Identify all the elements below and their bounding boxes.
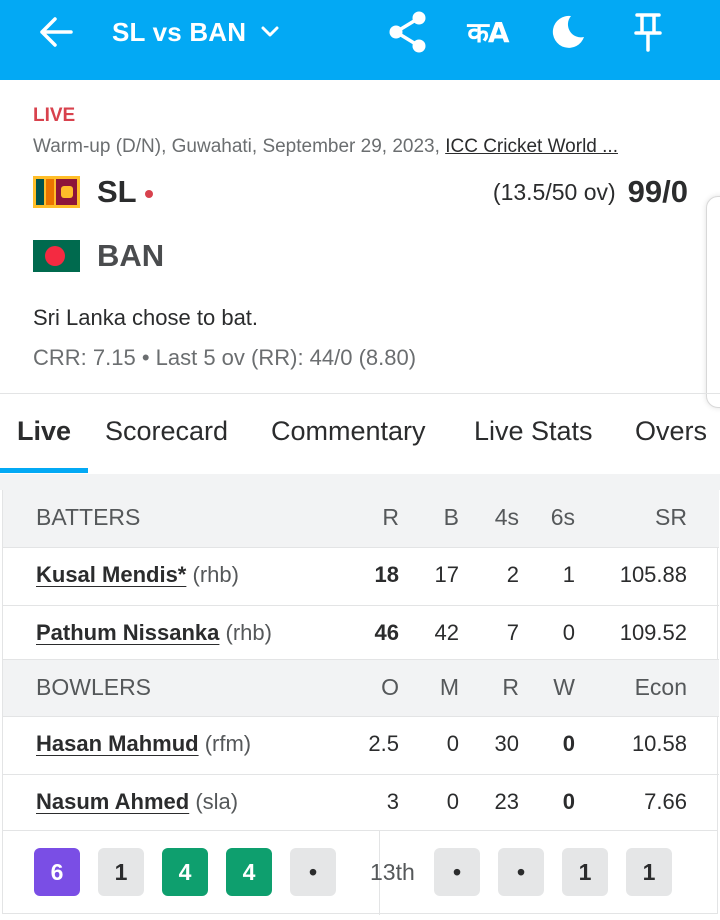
- column-header: Econ: [634, 674, 687, 700]
- active-tab-indicator: [0, 468, 88, 473]
- bangladesh-flag-icon: [33, 240, 80, 272]
- ball-chip: 4: [226, 848, 272, 896]
- column-header: O: [381, 674, 399, 700]
- sixes: 0: [562, 620, 575, 645]
- ball-chip: 6: [34, 848, 80, 896]
- batting-indicator-icon: [144, 190, 153, 198]
- match-switcher[interactable]: SL vs BAN: [112, 10, 280, 54]
- player-name[interactable]: Kusal Mendis*: [36, 562, 186, 587]
- ball-chip: 1: [562, 848, 608, 896]
- tab-overs[interactable]: Overs: [635, 416, 707, 447]
- moon-icon[interactable]: [548, 10, 588, 54]
- sixes: 1: [562, 562, 575, 587]
- strike-rate: 105.88: [619, 562, 687, 587]
- player-style: (sla): [195, 789, 239, 814]
- series-link[interactable]: ICC Cricket World ...: [445, 136, 618, 157]
- team-name: BAN: [97, 238, 165, 273]
- player-name[interactable]: Hasan Mahmud: [36, 731, 199, 756]
- match-details: Warm-up (D/N), Guwahati, September 29, 2…: [33, 136, 446, 157]
- bowlers-header: BOWLERS O M R W Econ: [3, 659, 719, 717]
- tab-live-stats[interactable]: Live Stats: [474, 416, 593, 447]
- batters-header: BATTERS R B 4s 6s SR: [3, 490, 719, 548]
- match-status: Sri Lanka chose to bat.: [33, 305, 259, 330]
- economy: 10.58: [631, 731, 687, 756]
- balls: 42: [434, 620, 459, 645]
- player-name[interactable]: Pathum Nissanka: [36, 620, 219, 645]
- player-cell: Nasum Ahmed (sla): [36, 789, 238, 815]
- player-cell: Hasan Mahmud (rfm): [36, 731, 251, 757]
- maidens: 0: [446, 731, 459, 756]
- fours: 2: [506, 562, 519, 587]
- share-icon[interactable]: [386, 10, 430, 54]
- overs: (13.5/50 ov): [492, 178, 616, 205]
- score: 99/0: [627, 174, 688, 209]
- app-bar: SL vs BAN कA: [0, 0, 720, 80]
- wickets: 0: [562, 789, 575, 814]
- live-label: LIVE: [33, 105, 76, 126]
- batter-row[interactable]: Pathum Nissanka (rhb) 46 42 7 0 109.52: [3, 605, 719, 663]
- match-info: Warm-up (D/N), Guwahati, September 29, 2…: [33, 136, 683, 158]
- player-cell: Pathum Nissanka (rhb): [36, 620, 272, 646]
- column-header: BOWLERS: [36, 674, 152, 700]
- pin-icon[interactable]: [628, 10, 668, 54]
- team-row-sl: SL (13.5/50 ov) 99/0: [33, 172, 688, 212]
- tab-commentary[interactable]: Commentary: [271, 416, 426, 447]
- runs: 18: [374, 562, 399, 587]
- column-header: BATTERS: [36, 504, 141, 530]
- overs: 2.5: [368, 731, 399, 756]
- player-style: (rhb): [192, 562, 239, 587]
- over-label: 13th: [370, 859, 415, 885]
- column-header: SR: [655, 504, 687, 530]
- fours: 7: [506, 620, 519, 645]
- maidens: 0: [446, 789, 459, 814]
- ball-chip: •: [290, 848, 336, 896]
- ball-chip: 1: [98, 848, 144, 896]
- tab-scorecard[interactable]: Scorecard: [105, 416, 228, 447]
- bowler-row[interactable]: Hasan Mahmud (rfm) 2.5 0 30 0 10.58: [3, 716, 719, 774]
- column-header: R: [502, 674, 519, 700]
- economy: 7.66: [644, 789, 687, 814]
- player-style: (rfm): [204, 731, 252, 756]
- run-rate-info: CRR: 7.15 • Last 5 ov (RR): 44/0 (8.80): [33, 345, 417, 370]
- back-arrow-icon[interactable]: [36, 10, 76, 54]
- player-cell: Kusal Mendis* (rhb): [36, 562, 239, 588]
- runs: 46: [374, 620, 399, 645]
- player-style: (rhb): [225, 620, 272, 645]
- wickets: 0: [562, 731, 575, 756]
- balls: 17: [434, 562, 459, 587]
- runs-conceded: 30: [494, 731, 519, 756]
- language-icon[interactable]: कA: [462, 10, 514, 54]
- recent-balls[interactable]: 6 1 4 4 • 13th • • 1 1: [2, 830, 718, 915]
- strike-rate: 109.52: [619, 620, 687, 645]
- ball-chip: 1: [626, 848, 672, 896]
- section-separator: [0, 474, 720, 490]
- column-header: 6s: [550, 504, 575, 530]
- column-header: R: [382, 504, 399, 530]
- column-header: W: [553, 674, 575, 700]
- sri-lanka-flag-icon: [33, 176, 80, 208]
- column-header: B: [443, 504, 459, 530]
- batter-row[interactable]: Kusal Mendis* (rhb) 18 17 2 1 105.88: [3, 547, 719, 605]
- bowler-row[interactable]: Nasum Ahmed (sla) 3 0 23 0 7.66: [3, 774, 719, 832]
- side-card-peek[interactable]: [706, 196, 720, 408]
- tab-live[interactable]: Live: [17, 416, 71, 447]
- player-name[interactable]: Nasum Ahmed: [36, 789, 189, 814]
- ball-chip: 4: [162, 848, 208, 896]
- page-title: SL vs BAN: [112, 16, 247, 47]
- overs: 3: [386, 789, 399, 814]
- column-header: M: [439, 674, 459, 700]
- ball-chip: •: [498, 848, 544, 896]
- ball-chip: •: [434, 848, 480, 896]
- team-name: SL: [97, 174, 137, 209]
- chevron-down-icon: [261, 26, 279, 37]
- tab-bar: Live Scorecard Commentary Live Stats Ove…: [0, 394, 720, 474]
- column-header: 4s: [494, 504, 519, 530]
- runs-conceded: 23: [494, 789, 519, 814]
- team-row-ban: BAN: [33, 236, 688, 276]
